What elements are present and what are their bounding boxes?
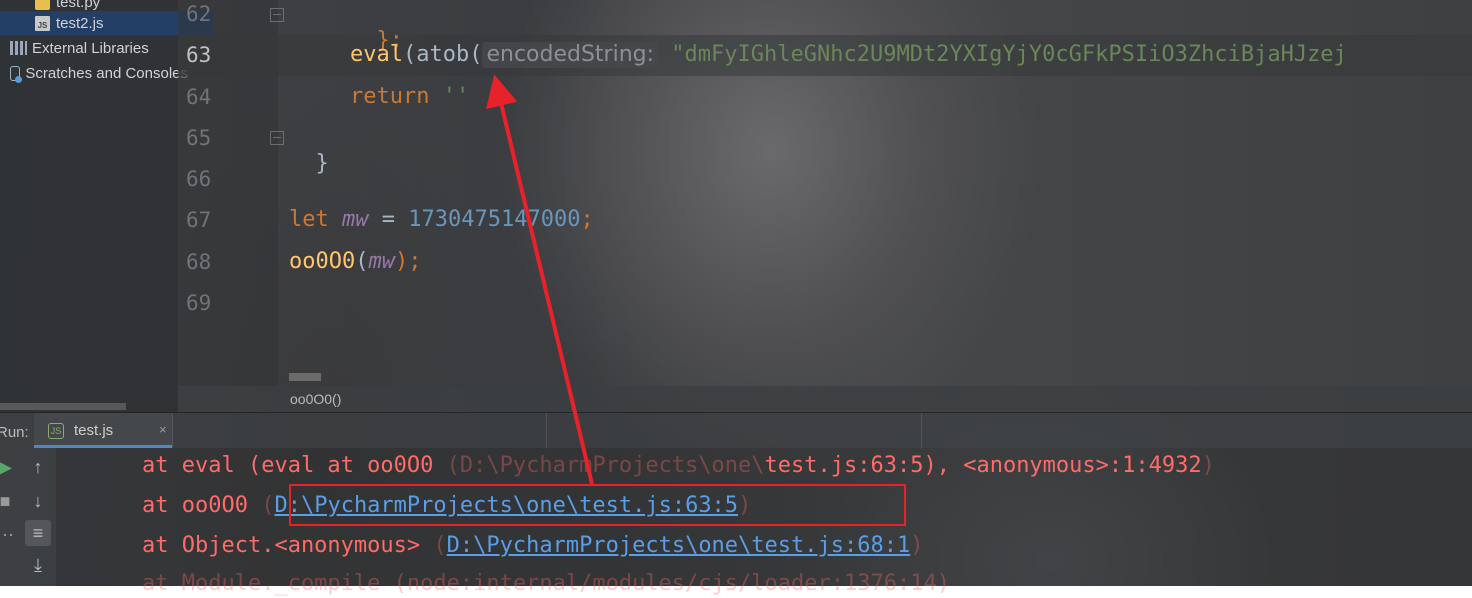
play-icon[interactable]: ▶ [0,454,18,480]
up-arrow-icon[interactable]: ↑ [25,454,51,480]
tree-item-external-libraries[interactable]: External Libraries [0,36,188,60]
run-label: Run: [0,424,29,441]
tab-test-js[interactable]: JS test.js × [34,413,172,448]
code-token: atob [416,42,470,67]
code-token: eval [350,42,403,67]
line-number: 65 [186,126,212,150]
console-text: ( [261,493,275,518]
code-line-63[interactable]: eval(atob(encodedString: "dmFyIGhleGNhc2… [350,42,1347,68]
nodejs-icon: JS [48,423,64,439]
code-token: = [368,207,409,232]
parameter-hint: encodedString: [482,42,659,68]
console-text: at Object.<anonymous> [142,533,434,558]
code-token: 1730475147000 [408,207,581,232]
code-line-68[interactable]: oo0O0(mw); [289,249,421,275]
editor-horizontal-scrollbar[interactable] [289,373,321,381]
code-token: let [289,207,329,232]
console-text: test.js:63:5), <anonymous>:1:4932 [764,453,1202,478]
scratches-icon [10,65,23,83]
file-link[interactable]: D:\PycharmProjects\one\test.js:68:1 [447,533,911,558]
code-token: '' [442,84,470,109]
tree-item-label: Scratches and Consoles [25,64,188,82]
breadcrumb-item[interactable]: oo0O0() [290,391,341,407]
code-token: "dmFyIGhleGNhc2U9MDt2YXIgYjY0cGFkPSIiO3Z… [671,42,1347,67]
tab-label: test.js [74,422,114,439]
close-icon[interactable]: × [159,422,167,437]
code-token: return [350,84,430,109]
divider [921,413,922,449]
code-token: ); [394,249,422,274]
line-number: 63 [186,43,212,67]
tree-item-scratches[interactable]: Scratches and Consoles [0,61,188,85]
code-token: ( [402,42,417,67]
run-side-toolbar: ▶ ↑ ■ ↓ ≡ ⤓ ⋯ [0,448,56,586]
console-line: at eval (eval at oo0O0 (D:\PycharmProjec… [142,452,1215,480]
console-text: at oo0O0 [142,493,262,518]
stop-icon[interactable]: ■ [0,488,18,514]
code-line-67[interactable]: let mw = 1730475147000; [289,207,594,233]
line-number: 62 [186,2,212,26]
tree-item-label: test2.js [56,14,104,32]
line-number: 68 [186,250,212,274]
line-number: 67 [186,208,212,232]
code-line-64[interactable]: return '' [350,84,469,110]
soft-wrap-icon[interactable]: ≡ [25,520,51,546]
tree-item-label: External Libraries [32,39,149,57]
fold-marker-icon[interactable] [270,131,284,145]
divider [172,413,173,449]
console-text: ) [910,533,924,558]
code-token: ; [580,207,594,232]
tree-item-label: test.py [56,0,101,11]
console-line: at Module._compile (node:internal/module… [142,570,950,598]
python-file-icon [35,0,50,10]
code-token: mw [342,207,369,232]
divider [546,413,547,449]
code-token: mw [368,249,395,274]
line-number: 64 [186,85,212,109]
library-icon [10,41,27,55]
scroll-to-end-icon[interactable]: ⤓ [25,552,51,578]
project-scrollbar[interactable] [0,403,126,410]
console-text: at eval (eval at oo0O0 [142,453,447,478]
fold-marker-icon[interactable] [270,8,284,22]
console-text: at Module._compile (node:internal/module… [142,571,950,596]
breadcrumb: oo0O0() [178,386,1472,412]
code-token: ( [469,42,483,67]
js-file-icon: JS [35,15,50,31]
console-line: at Object.<anonymous> (D:\PycharmProject… [142,532,924,560]
line-number: 69 [186,291,212,315]
project-panel: test.py JS test2.js External Libraries S… [0,0,213,412]
console-text: ) [1201,453,1215,478]
console-text: (D:\PycharmProjects\one\ [446,453,765,478]
run-toolbar: Run: JS test.js × [0,412,1472,449]
code-token: ( [355,249,369,274]
code-token: } [315,151,329,176]
settings-icon[interactable]: ⋯ [0,522,18,548]
console-text: ( [433,533,447,558]
code-line-65[interactable]: } [289,125,329,177]
down-arrow-icon[interactable]: ↓ [25,488,51,514]
code-token: oo0O0 [289,249,356,274]
annotation-highlight-box [289,484,906,526]
line-number: 66 [186,167,212,191]
